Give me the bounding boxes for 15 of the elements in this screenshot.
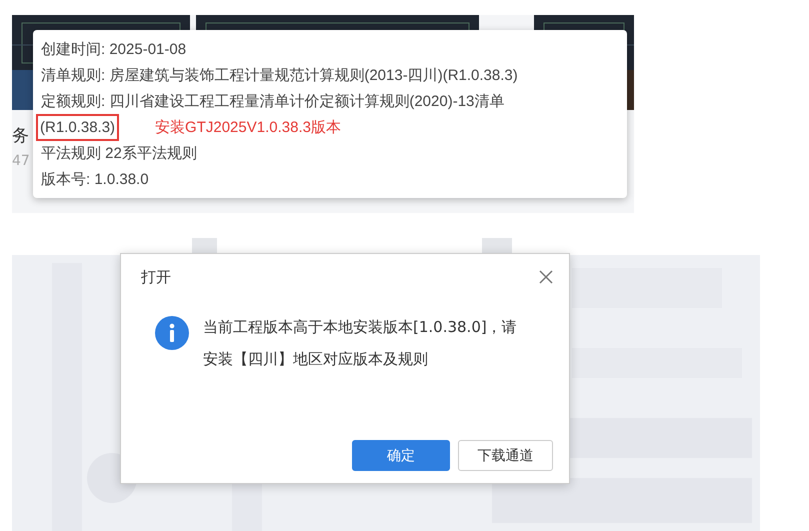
version-text: (R1.0.38.3): [36, 114, 120, 140]
tooltip-line: 创建时间: 2025-01-08: [41, 40, 186, 58]
info-icon: [155, 316, 189, 350]
tooltip-line: 定额规则: 四川省建设工程工程量清单计价定额计算规则(2020)-13清单: [41, 92, 504, 110]
tooltip-line: 清单规则: 房屋建筑与装饰工程计量规范计算规则(2013-四川)(R1.0.38.3): [41, 66, 518, 84]
confirm-button[interactable]: 确定: [352, 440, 450, 471]
card-title: 务: [12, 125, 30, 147]
tooltip-line: 版本号: 1.0.38.0: [41, 170, 149, 188]
card-meta: 47: [12, 153, 30, 169]
download-button[interactable]: 下载通道: [458, 440, 553, 471]
tooltip-line: 平法规则 22系平法规则: [41, 144, 197, 162]
dialog-title: 打开: [141, 268, 171, 286]
annotation-text: 安装GTJ2025V1.0.38.3版本: [155, 118, 341, 136]
close-icon[interactable]: [539, 270, 553, 284]
dialog-message: 当前工程版本高于本地安装版本[1.0.38.0]，请安装【四川】地区对应版本及规则: [203, 317, 518, 370]
